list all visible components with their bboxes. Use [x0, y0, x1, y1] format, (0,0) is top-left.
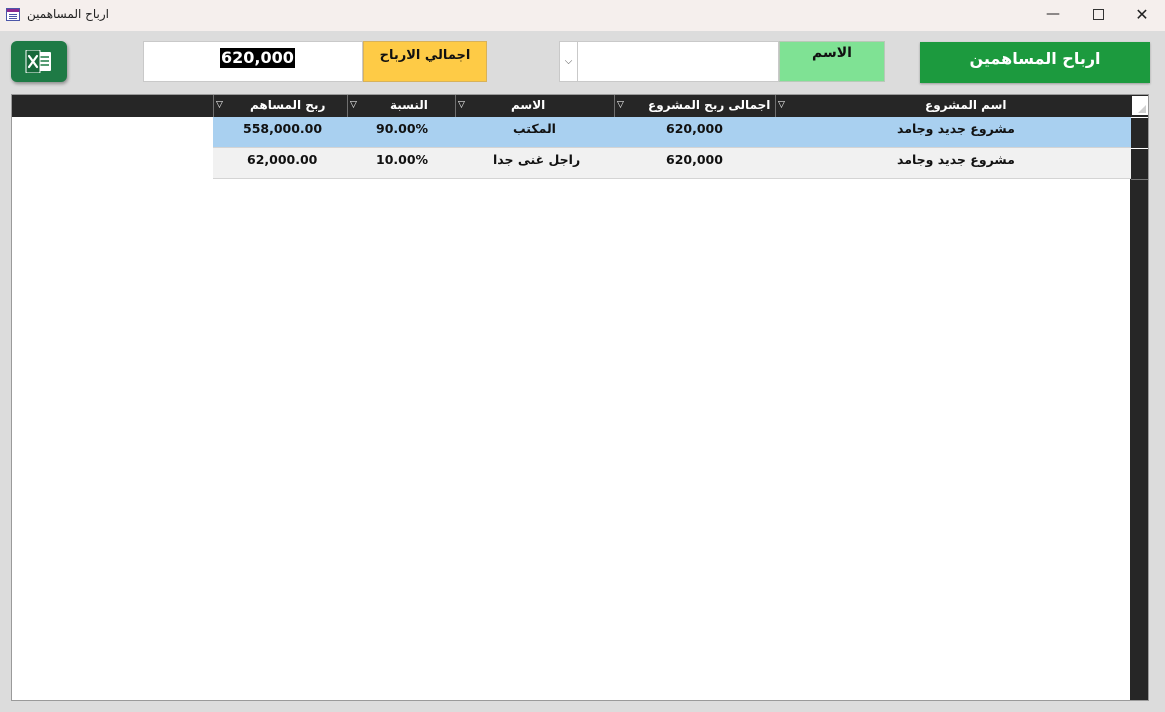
cell-project[interactable]: مشروع جديد وجامد [897, 152, 1015, 167]
header-divider [775, 95, 776, 117]
cell-profit[interactable]: 558,000.00 [243, 121, 322, 136]
minimize-button[interactable]: — [1030, 0, 1076, 31]
table-row[interactable]: مشروع جديد وجامد 620,000 المكتب 90.00% 5… [213, 117, 1131, 148]
column-header-project-total[interactable]: ▽ اجمالى ربح المشروع [614, 95, 775, 117]
header-divider [614, 95, 615, 117]
filter-icon[interactable]: ▽ [350, 95, 357, 115]
cell-project-total[interactable]: 620,000 [666, 152, 723, 167]
export-excel-button[interactable] [11, 41, 67, 82]
window-title: ارباح المساهمين [27, 7, 109, 21]
name-label: الاسم [779, 41, 885, 82]
cell-name[interactable]: راجل غنى جدا [493, 152, 580, 167]
filter-icon[interactable]: ▽ [216, 95, 223, 115]
shareholder-profits-button[interactable]: ارباح المساهمين [920, 42, 1150, 83]
cell-percent[interactable]: 90.00% [376, 121, 428, 136]
cell-name[interactable]: المكتب [513, 121, 556, 136]
maximize-button[interactable] [1075, 0, 1121, 31]
title-bar: ارباح المساهمين — ✕ [0, 0, 1165, 31]
cell-percent[interactable]: 10.00% [376, 152, 428, 167]
form-icon [6, 8, 20, 21]
select-all-corner[interactable] [1132, 96, 1148, 115]
table-row[interactable]: مشروع جديد وجامد 620,000 راجل غنى جدا 10… [213, 148, 1131, 179]
total-profit-label: اجمالي الارباح [363, 41, 487, 82]
filter-icon[interactable]: ▽ [458, 95, 465, 115]
filter-icon[interactable]: ▽ [617, 95, 624, 115]
excel-icon [25, 50, 51, 73]
header-divider [213, 95, 214, 117]
total-profit-value: 620,000 [220, 48, 295, 68]
name-combobox[interactable]: ⌵ [559, 41, 779, 82]
filter-icon[interactable]: ▽ [778, 95, 785, 115]
record-selector[interactable] [1131, 117, 1148, 149]
cell-project[interactable]: مشروع جديد وجامد [897, 121, 1015, 136]
maximize-icon [1092, 8, 1104, 20]
record-selector[interactable] [1131, 148, 1148, 180]
column-header-name[interactable]: ▽ الاسم [455, 95, 614, 117]
app-window: ارباح المساهمين — ✕ 620,000 اجمالي الارب… [0, 0, 1165, 712]
close-button[interactable]: ✕ [1119, 0, 1165, 31]
cell-project-total[interactable]: 620,000 [666, 121, 723, 136]
column-header-percent[interactable]: ▽ النسبة [347, 95, 455, 117]
column-header-profit[interactable]: ▽ ربح المساهم [213, 95, 347, 117]
header-divider [455, 95, 456, 117]
chevron-down-icon[interactable]: ⌵ [560, 42, 578, 81]
total-profit-field[interactable]: 620,000 [143, 41, 363, 82]
row-divider [213, 178, 1131, 179]
datasheet: ▽ اسم المشروع ▽ اجمالى ربح المشروع ▽ الا… [11, 94, 1149, 701]
cell-profit[interactable]: 62,000.00 [247, 152, 317, 167]
record-selector-strip [1130, 95, 1148, 700]
header-divider [347, 95, 348, 117]
column-header-project[interactable]: ▽ اسم المشروع [775, 95, 1130, 117]
